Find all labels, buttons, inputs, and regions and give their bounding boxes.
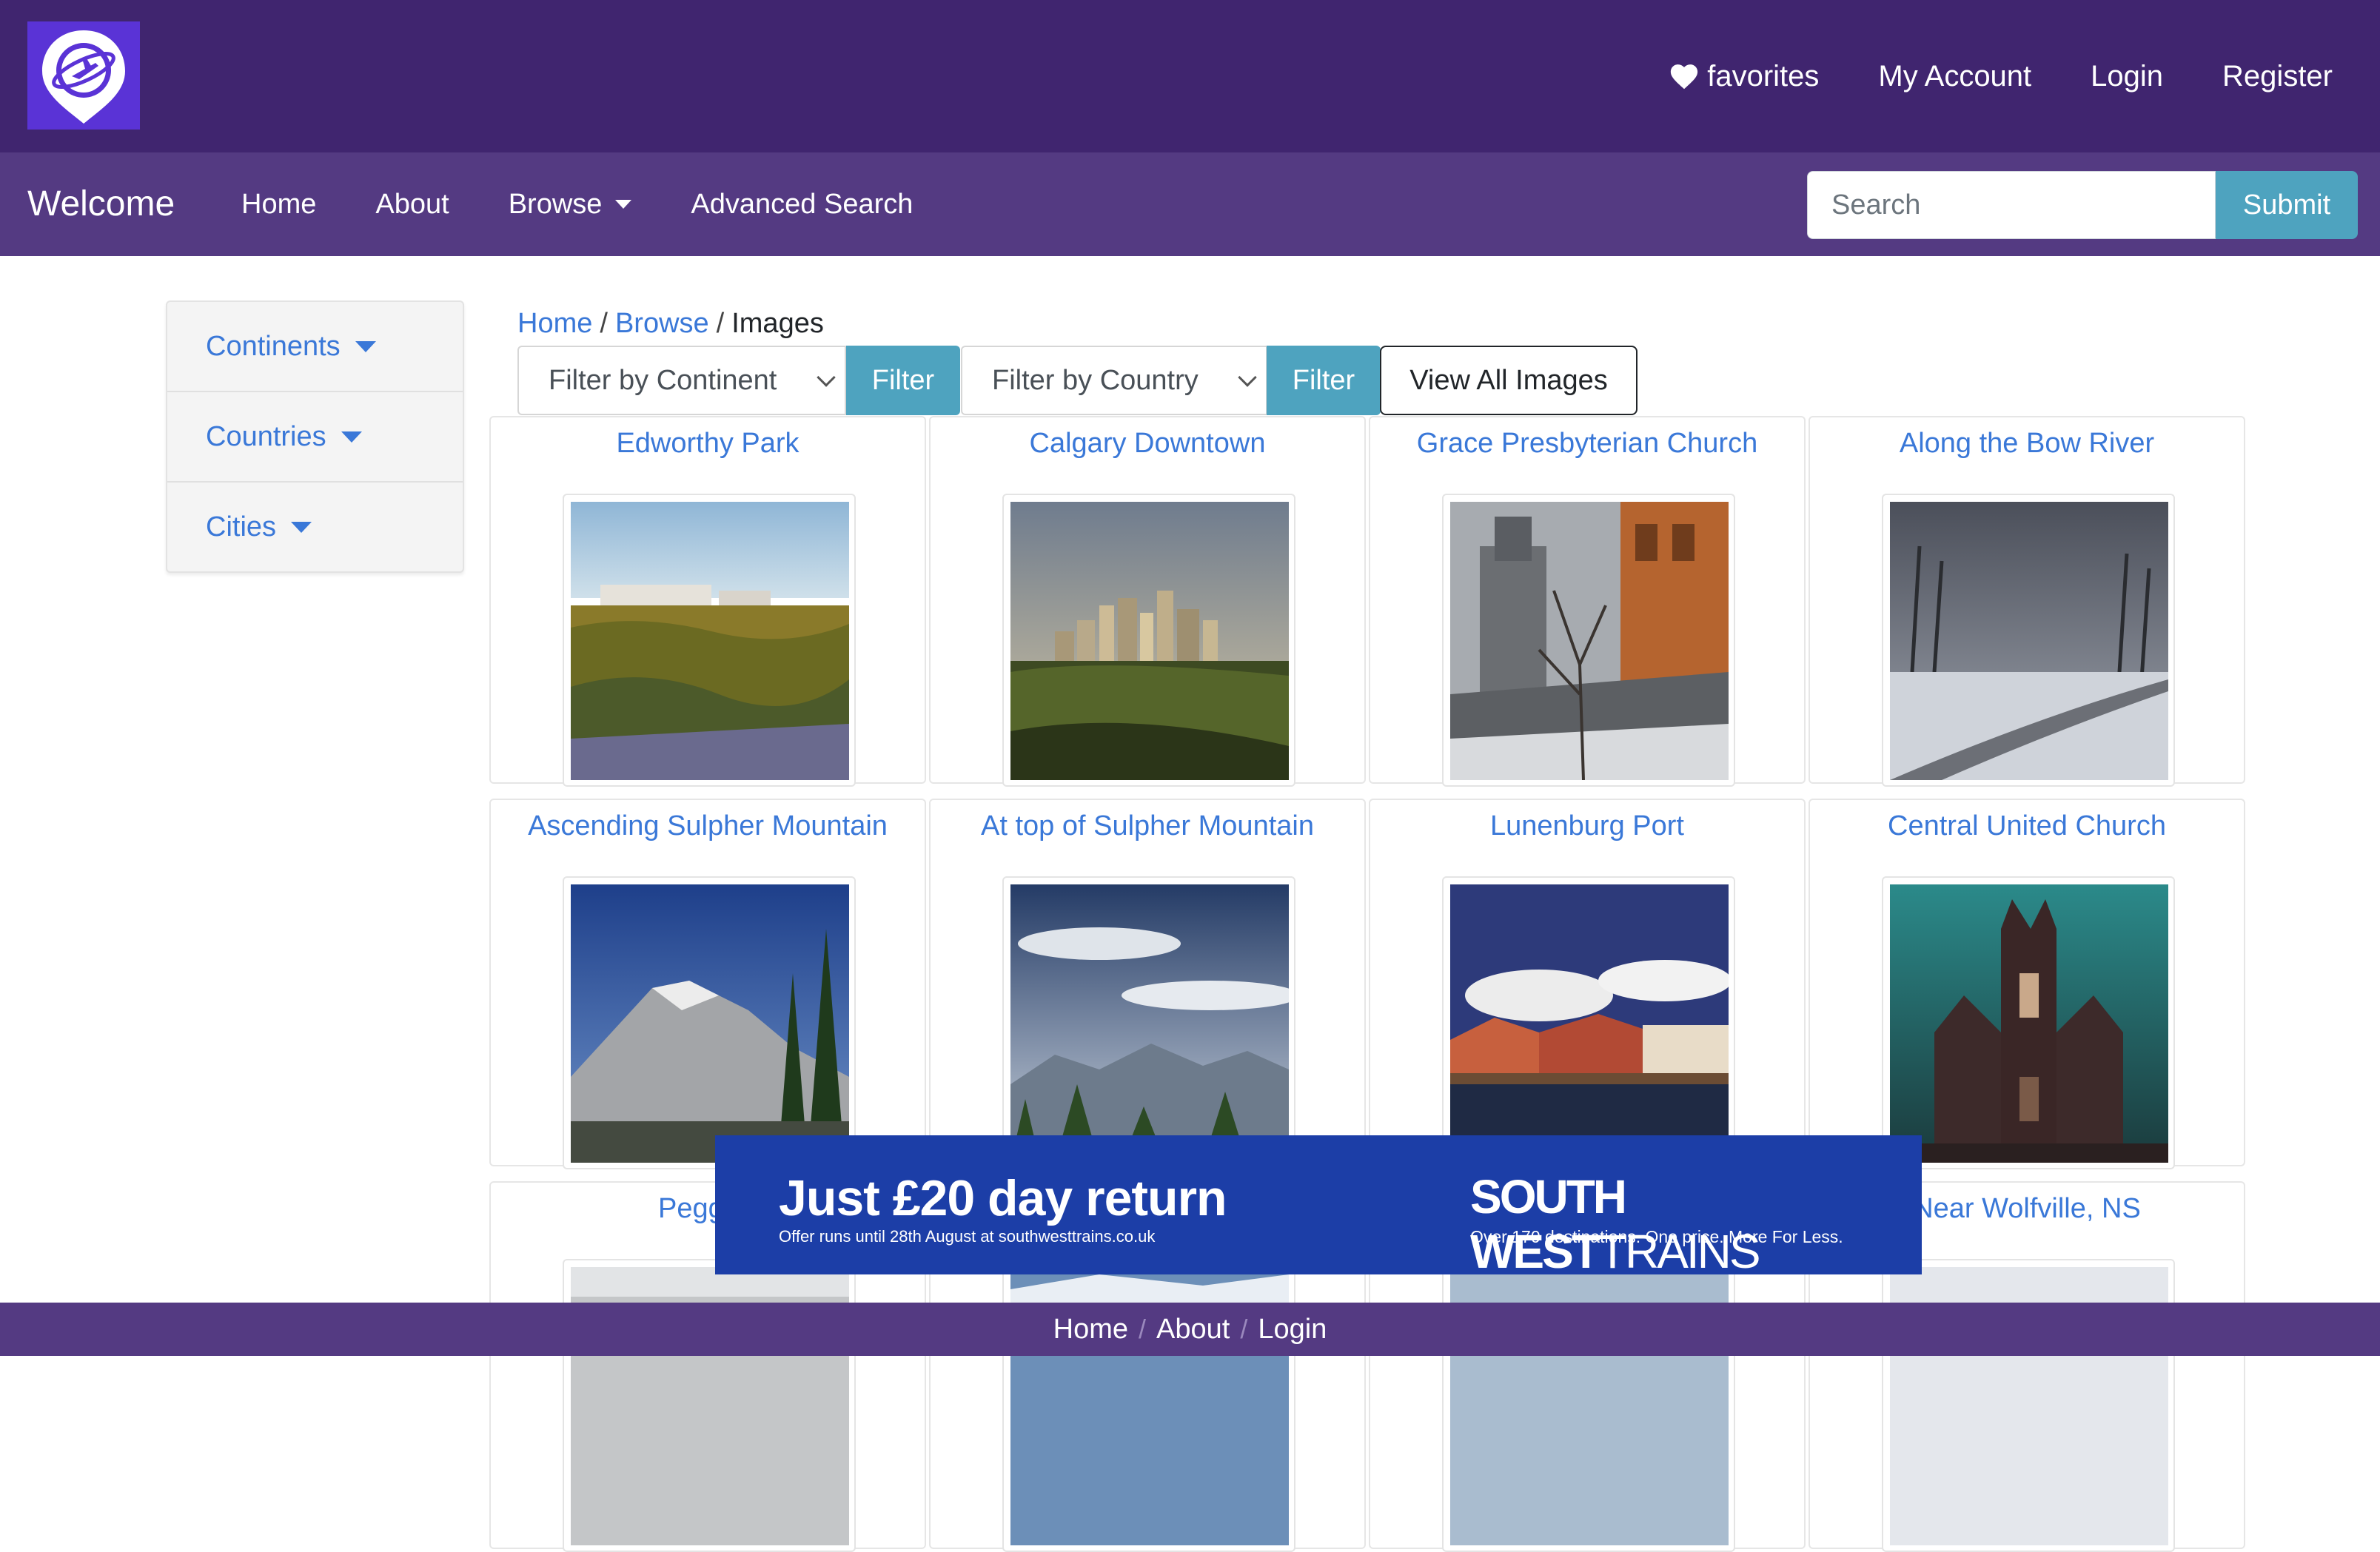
image-card[interactable]: At top of Sulpher Mountain	[929, 799, 1366, 1169]
image-title-link[interactable]: Ascending Sulpher Mountain	[491, 807, 925, 844]
favorites-link[interactable]: favorites	[1669, 60, 1819, 93]
image-thumbnail[interactable]	[1450, 502, 1729, 780]
image-thumbnail[interactable]	[1010, 884, 1289, 1163]
image-thumbnail-frame	[1882, 876, 2175, 1169]
view-all-images-button[interactable]: View All Images	[1380, 346, 1637, 415]
sidebar-item-label: Cities	[206, 511, 277, 542]
country-filter-button[interactable]: Filter	[1267, 346, 1381, 415]
nav-about[interactable]: About	[375, 185, 449, 224]
image-thumbnail[interactable]	[1890, 884, 2168, 1163]
caret-down-icon	[341, 431, 362, 443]
image-card[interactable]: Grace Presbyterian Church	[1369, 416, 1806, 787]
footer-separator: /	[1139, 1314, 1147, 1344]
image-title-link[interactable]: Lunenburg Port	[1370, 807, 1804, 844]
country-select-value: Filter by Country	[992, 364, 1199, 396]
image-title-link[interactable]: Central United Church	[1810, 807, 2244, 844]
advertisement-banner[interactable]: Just £20 day return Offer runs until 28t…	[715, 1135, 1922, 1278]
continent-select-value: Filter by Continent	[549, 364, 777, 396]
map-pin-plane-logo-icon	[27, 21, 140, 130]
image-title-link[interactable]: Along the Bow River	[1810, 425, 2244, 462]
sidebar-item-countries[interactable]: Countries	[167, 392, 463, 483]
footer-login-link[interactable]: Login	[1258, 1314, 1327, 1346]
image-thumbnail-frame	[563, 494, 856, 787]
main-navbar: Welcome Home About Browse Advanced Searc…	[0, 152, 2380, 256]
breadcrumb-separator: /	[600, 308, 608, 339]
login-link[interactable]: Login	[2091, 60, 2163, 93]
image-thumbnail-frame	[1442, 494, 1735, 787]
footer: Home / About / Login	[0, 1303, 2380, 1356]
nav-advanced-search[interactable]: Advanced Search	[691, 185, 913, 224]
sidebar-item-continents[interactable]: Continents	[167, 302, 463, 392]
image-thumbnail-frame	[1002, 876, 1295, 1169]
sidebar-item-label: Continents	[206, 330, 341, 362]
continent-filter-select[interactable]: Filter by Continent	[517, 346, 846, 415]
image-thumbnail[interactable]	[571, 502, 849, 780]
my-account-link[interactable]: My Account	[1878, 60, 2031, 93]
ad-subline: Offer runs until 28th August at southwes…	[779, 1227, 1156, 1246]
caret-down-icon	[615, 200, 632, 209]
breadcrumb-browse[interactable]: Browse	[615, 303, 709, 343]
top-header: favorites My Account Login Register	[0, 0, 2380, 152]
breadcrumb-current: Images	[731, 308, 824, 339]
image-title-link[interactable]: Edworthy Park	[491, 425, 925, 462]
image-thumbnail[interactable]	[1010, 502, 1289, 780]
heart-icon	[1671, 64, 1698, 90]
chevron-down-icon	[1238, 368, 1257, 387]
breadcrumb-home[interactable]: Home	[517, 303, 592, 343]
site-logo[interactable]	[27, 21, 140, 130]
browse-sidebar: Continents Countries Cities	[166, 300, 464, 573]
nav-menu: Home About Browse Advanced Search	[241, 185, 913, 224]
breadcrumb-separator: /	[716, 308, 725, 339]
image-title-link[interactable]: At top of Sulpher Mountain	[931, 807, 1364, 844]
image-thumbnail-frame	[1442, 876, 1735, 1169]
continent-filter-button[interactable]: Filter	[846, 346, 960, 415]
search-input[interactable]	[1807, 171, 2216, 239]
image-title-link[interactable]: Grace Presbyterian Church	[1370, 425, 1804, 462]
image-card[interactable]: Calgary Downtown	[929, 416, 1366, 787]
chevron-down-icon	[817, 368, 836, 387]
ad-headline: Just £20 day return	[779, 1170, 1227, 1226]
image-card[interactable]: Lunenburg Port	[1369, 799, 1806, 1169]
nav-browse-dropdown[interactable]: Browse	[509, 185, 632, 224]
account-links: favorites My Account Login Register	[1669, 52, 2333, 101]
favorites-label: favorites	[1707, 59, 1820, 93]
breadcrumb: Home / Browse / Images	[517, 303, 824, 343]
image-thumbnail-frame	[1002, 494, 1295, 787]
image-thumbnail[interactable]	[1890, 502, 2168, 780]
image-card[interactable]: Along the Bow River	[1809, 416, 2245, 787]
ad-tagline: Over 170 destinations. One price. More F…	[1470, 1227, 1843, 1246]
search-submit-button[interactable]: Submit	[2216, 171, 2358, 239]
image-title-link[interactable]: Calgary Downtown	[931, 425, 1364, 462]
image-thumbnail[interactable]	[571, 884, 849, 1163]
footer-home-link[interactable]: Home	[1053, 1314, 1128, 1346]
image-thumbnail-frame	[563, 876, 856, 1169]
caret-down-icon	[291, 521, 312, 533]
sidebar-item-label: Countries	[206, 420, 326, 452]
nav-browse-label: Browse	[508, 189, 603, 220]
register-link[interactable]: Register	[2222, 60, 2333, 93]
image-card[interactable]: Central United Church	[1809, 799, 2245, 1169]
caret-down-icon	[355, 340, 376, 352]
image-thumbnail-frame	[1882, 494, 2175, 787]
footer-about-link[interactable]: About	[1156, 1314, 1230, 1346]
nav-home[interactable]: Home	[241, 185, 316, 224]
image-thumbnail[interactable]	[1450, 884, 1729, 1163]
footer-separator: /	[1240, 1314, 1248, 1344]
image-card[interactable]: Ascending Sulpher Mountain	[489, 799, 926, 1169]
country-filter-select[interactable]: Filter by Country	[961, 346, 1267, 415]
ad-brand-logo: SOUTH WESTTRAINS	[1470, 1169, 1922, 1279]
sidebar-item-cities[interactable]: Cities	[167, 483, 463, 571]
navbar-brand[interactable]: Welcome	[27, 182, 175, 226]
image-card[interactable]: Edworthy Park	[489, 416, 926, 787]
